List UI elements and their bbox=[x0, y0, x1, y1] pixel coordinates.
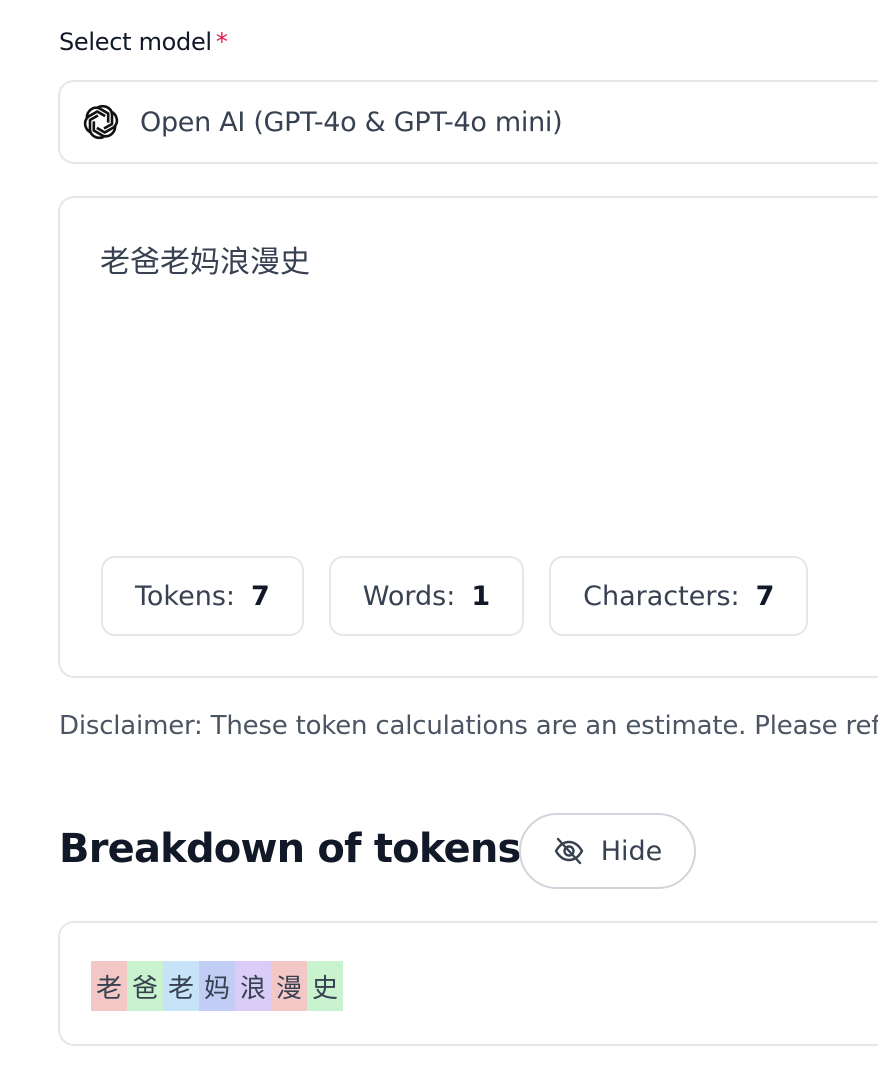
token-chip: 妈 bbox=[199, 961, 235, 1011]
required-asterisk: * bbox=[215, 28, 228, 56]
select-model-label: Select model * bbox=[59, 28, 228, 56]
model-select-dropdown[interactable]: Open AI (GPT-4o & GPT-4o mini) bbox=[58, 80, 878, 164]
token-chip: 老 bbox=[91, 961, 127, 1011]
characters-stat-label: Characters: bbox=[583, 580, 740, 612]
text-input[interactable]: 老爸老妈浪漫史 bbox=[100, 242, 860, 522]
breakdown-title: Breakdown of tokens bbox=[59, 826, 521, 872]
openai-logo-icon bbox=[80, 101, 122, 143]
token-counter-page: Select model * Open AI (GPT-4o & GPT-4o m… bbox=[0, 0, 878, 1074]
disclaimer-text: Disclaimer: These token calculations are… bbox=[59, 711, 878, 741]
words-stat: Words: 1 bbox=[328, 556, 525, 636]
token-chip: 浪 bbox=[235, 961, 271, 1011]
token-chip: 漫 bbox=[271, 961, 307, 1011]
hide-button[interactable]: Hide bbox=[519, 813, 696, 889]
tokens-stat-label: Tokens: bbox=[135, 580, 235, 612]
token-chip: 史 bbox=[307, 961, 343, 1011]
hide-button-label: Hide bbox=[600, 835, 663, 867]
select-model-label-text: Select model bbox=[59, 28, 212, 56]
words-stat-label: Words: bbox=[362, 580, 456, 612]
tokens-stat: Tokens: 7 bbox=[101, 556, 304, 636]
token-chip: 老 bbox=[163, 961, 199, 1011]
token-chip: 爸 bbox=[127, 961, 163, 1011]
characters-stat: Characters: 7 bbox=[549, 556, 809, 636]
token-breakdown-panel: 老爸老妈浪漫史 bbox=[58, 921, 878, 1046]
words-stat-value: 1 bbox=[471, 580, 491, 612]
stats-row: Tokens: 7 Words: 1 Characters: 7 bbox=[101, 556, 809, 636]
selected-model-value: Open AI (GPT-4o & GPT-4o mini) bbox=[140, 106, 563, 138]
characters-stat-value: 7 bbox=[755, 580, 775, 612]
eye-off-icon bbox=[553, 835, 585, 867]
token-list: 老爸老妈浪漫史 bbox=[91, 961, 343, 1011]
tokens-stat-value: 7 bbox=[250, 580, 270, 612]
text-editor-panel: 老爸老妈浪漫史 Tokens: 7 Words: 1 Characters: 7 bbox=[58, 196, 878, 678]
